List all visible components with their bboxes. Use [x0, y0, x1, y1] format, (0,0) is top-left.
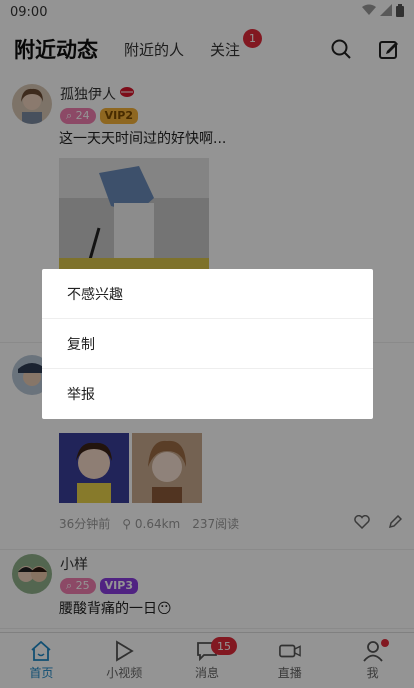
menu-item-label: 举报 — [67, 387, 95, 403]
menu-item-copy[interactable]: 复制 — [42, 319, 373, 369]
menu-item-report[interactable]: 举报 — [42, 369, 373, 419]
menu-item-label: 复制 — [67, 336, 95, 353]
menu-item-label: 不感兴趣 — [67, 286, 123, 303]
context-menu: 不感兴趣 复制 举报 — [42, 269, 373, 419]
menu-item-not-interested[interactable]: 不感兴趣 — [42, 269, 373, 319]
